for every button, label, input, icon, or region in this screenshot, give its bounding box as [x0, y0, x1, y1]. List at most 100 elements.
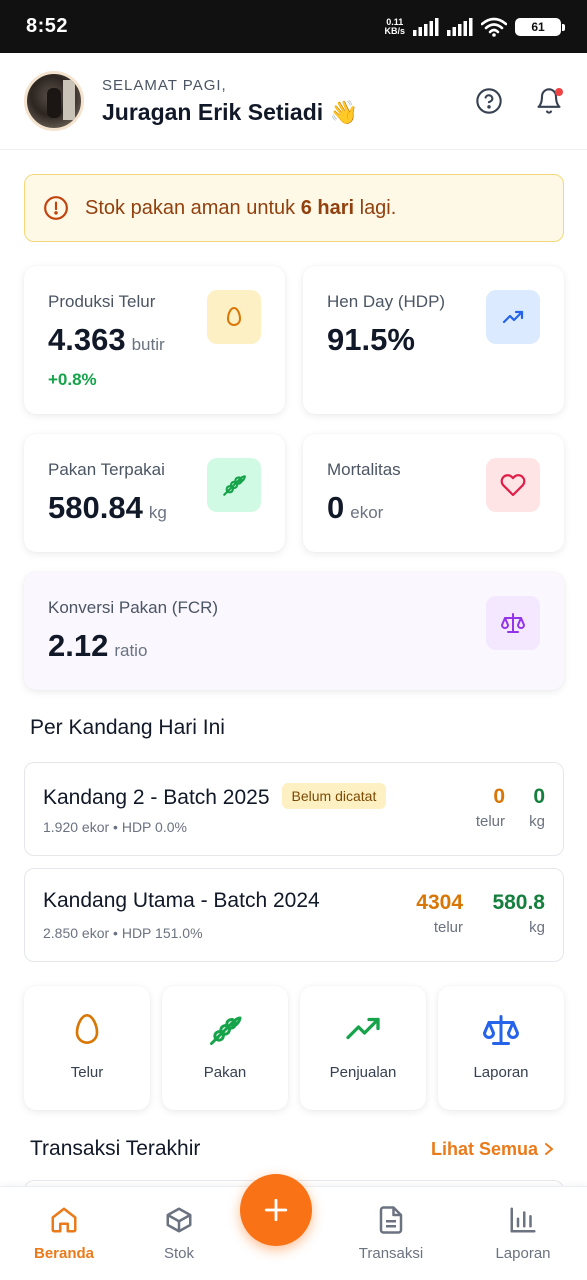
stat-icon-box: [486, 596, 540, 650]
stat-card-pakan-terpakai[interactable]: Pakan Terpakai 580.84 kg: [24, 434, 285, 552]
egg-icon: [226, 306, 242, 326]
greeting-text: SELAMAT PAGI,: [102, 76, 227, 94]
stat-card-fcr[interactable]: Konversi Pakan (FCR) 2.12 ratio: [24, 572, 564, 690]
wheat-icon: [210, 1016, 242, 1045]
alert-highlight: 6 hari: [300, 196, 355, 219]
kandang-kg-value: 580.8: [492, 891, 545, 914]
scale-icon: [501, 613, 525, 633]
stat-number: 0: [327, 490, 345, 525]
stat-icon-box: [486, 290, 540, 344]
wheat-icon: [223, 475, 246, 496]
trending-up-icon: [346, 1017, 380, 1040]
chevron-right-icon: [545, 1143, 553, 1155]
battery-level: 61: [531, 19, 545, 34]
stat-label: Pakan Terpakai: [48, 460, 165, 479]
signal-icon: [447, 17, 473, 36]
alert-text: Stok pakan aman untuk 6 hari lagi.: [85, 197, 396, 220]
nav-label: Beranda: [33, 1245, 95, 1262]
kandang-telur-unit: telur: [433, 919, 463, 936]
kandang-card[interactable]: Kandang 2 - Batch 2025 Belum dicatat 1.92…: [24, 762, 564, 856]
scale-icon: [483, 1015, 519, 1045]
see-all-link[interactable]: Lihat Semua: [431, 1139, 555, 1160]
trending-up-icon: [502, 310, 524, 324]
kandang-name: Kandang Utama - Batch 2024: [43, 889, 320, 912]
egg-icon: [75, 1013, 99, 1044]
nav-item-transaksi[interactable]: Transaksi: [336, 1205, 446, 1262]
kandang-telur-value: 4304: [416, 891, 463, 914]
stat-card-hen-day[interactable]: Hen Day (HDP) 91.5%: [303, 266, 564, 414]
nav-label: Laporan: [495, 1245, 551, 1262]
stat-value: 2.12 ratio: [48, 628, 147, 664]
stat-unit: butir: [131, 335, 165, 354]
kandang-kg-unit: kg: [529, 813, 545, 830]
quick-action-telur[interactable]: Telur: [24, 986, 150, 1110]
kandang-name: Kandang 2 - Batch 2025 Belum dicatat: [43, 783, 387, 810]
kandang-card[interactable]: Kandang Utama - Batch 2024 2.850 ekor • …: [24, 868, 564, 962]
network-speed-unit: KB/s: [384, 25, 405, 36]
kandang-name-text: Kandang 2 - Batch 2025: [43, 786, 270, 809]
stat-unit: ratio: [114, 641, 148, 660]
section-title-per-kandang: Per Kandang Hari Ini: [30, 716, 225, 739]
help-button[interactable]: [475, 87, 503, 115]
kandang-telur-value: 0: [493, 785, 505, 808]
stat-card-mortalitas[interactable]: Mortalitas 0 ekor: [303, 434, 564, 552]
signal-icon: [413, 17, 439, 36]
status-time: 8:52: [26, 15, 69, 37]
stat-value: 4.363 butir: [48, 322, 165, 358]
nav-label: Transaksi: [358, 1245, 424, 1262]
status-bar: 8:52 0.11 KB/s 61: [0, 0, 587, 53]
quick-action-icon: [162, 1012, 288, 1048]
app-header: SELAMAT PAGI, Juragan Erik Setiadi 👋: [0, 53, 587, 150]
status-badge: Belum dicatat: [281, 783, 387, 809]
kandang-subtitle: 1.920 ekor • HDP 0.0%: [43, 819, 187, 835]
wifi-icon: [481, 17, 507, 37]
kandang-kg-value: 0: [533, 785, 545, 808]
stat-icon-box: [486, 458, 540, 512]
stat-icon-box: [207, 458, 261, 512]
avatar[interactable]: [24, 71, 84, 131]
quick-action-label: Laporan: [473, 1064, 529, 1081]
quick-action-penjualan[interactable]: Penjualan: [300, 986, 426, 1110]
stat-unit: ekor: [350, 503, 384, 522]
status-icons: 0.11 KB/s 61: [384, 17, 565, 37]
home-icon: [51, 1207, 77, 1233]
nav-item-laporan[interactable]: Laporan: [468, 1205, 578, 1262]
stat-label: Konversi Pakan (FCR): [48, 598, 219, 617]
notification-dot: [555, 88, 563, 96]
alert-circle-icon: [44, 196, 68, 220]
kandang-telur-unit: telur: [475, 813, 505, 830]
quick-action-label: Telur: [70, 1064, 104, 1081]
stat-delta: +0.8%: [48, 370, 97, 389]
add-button[interactable]: [240, 1174, 312, 1246]
alert-suffix: lagi.: [354, 196, 397, 219]
quick-action-icon: [438, 1012, 564, 1048]
kandang-telur-stat: 0 telur: [476, 785, 505, 830]
document-icon: [379, 1206, 403, 1234]
quick-action-pakan[interactable]: Pakan: [162, 986, 288, 1110]
see-all-label: Lihat Semua: [430, 1139, 538, 1159]
network-speed: 0.11 KB/s: [384, 17, 405, 36]
stat-value: 91.5%: [327, 322, 415, 357]
greeting-block: SELAMAT PAGI, Juragan Erik Setiadi 👋: [102, 77, 358, 126]
box-icon: [166, 1207, 192, 1233]
stat-label: Produksi Telur: [48, 292, 156, 311]
stat-label: Hen Day (HDP): [327, 292, 446, 311]
bar-chart-icon: [510, 1207, 536, 1233]
quick-action-laporan[interactable]: Laporan: [438, 986, 564, 1110]
stat-label: Mortalitas: [327, 460, 401, 479]
stat-icon-box: [207, 290, 261, 344]
battery-indicator: 61: [515, 17, 565, 36]
kandang-kg-unit: kg: [529, 919, 545, 936]
help-circle-icon: [476, 88, 502, 114]
stat-number: 2.12: [48, 628, 109, 663]
alert-prefix: Stok pakan aman untuk: [85, 196, 301, 219]
quick-action-icon: [24, 1012, 150, 1048]
nav-item-beranda[interactable]: Beranda: [9, 1205, 119, 1262]
user-name: Juragan Erik Setiadi 👋: [102, 98, 359, 125]
quick-action-icon: [300, 1012, 426, 1048]
section-title-transaksi: Transaksi Terakhir: [30, 1137, 201, 1160]
notification-button[interactable]: [535, 87, 563, 115]
stat-card-produksi-telur[interactable]: Produksi Telur 4.363 butir +0.8%: [24, 266, 285, 414]
stat-number: 4.363: [48, 322, 126, 357]
nav-item-stok[interactable]: Stok: [124, 1205, 234, 1262]
